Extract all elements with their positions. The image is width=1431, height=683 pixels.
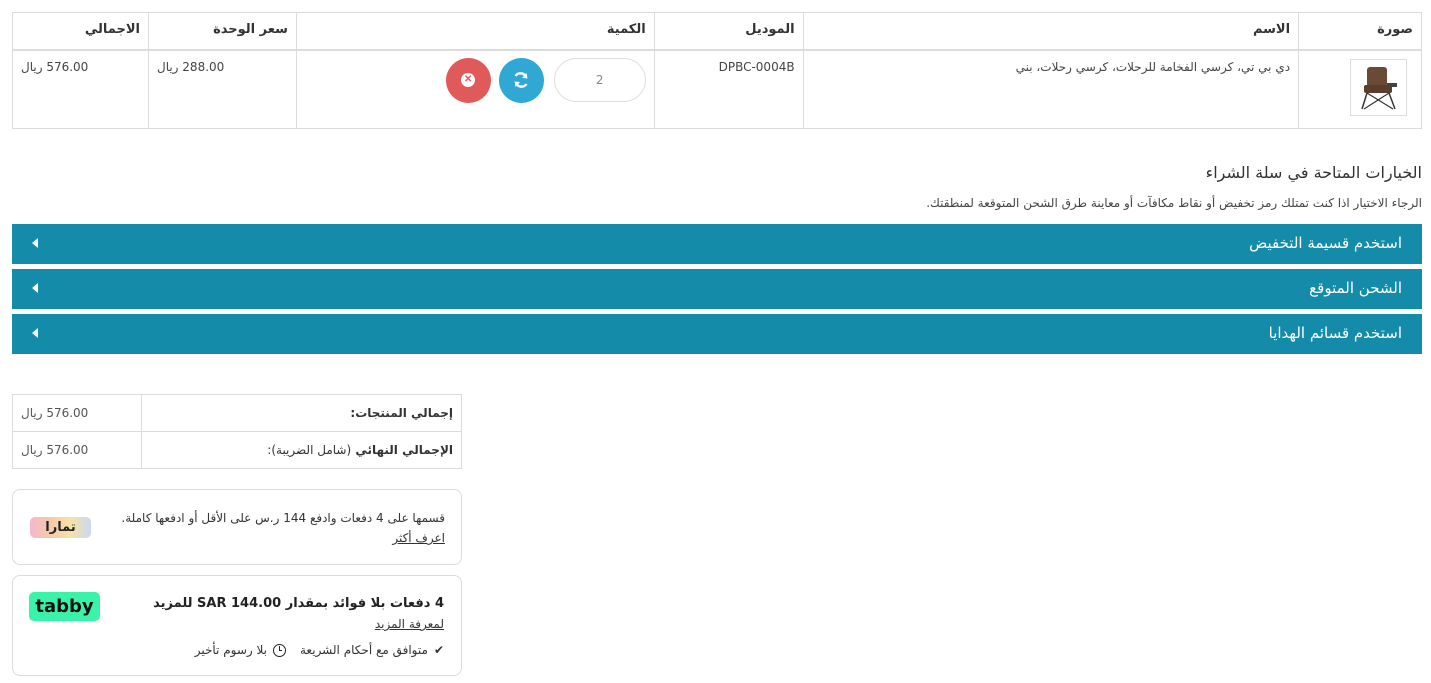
tabby-feature-sharia: ✔ متوافق مع أحكام الشريعة xyxy=(300,643,444,657)
tabby-feature-no-fees-text: بلا رسوم تأخير xyxy=(194,643,267,657)
product-thumbnail[interactable] xyxy=(1350,58,1407,116)
tamara-text: قسمها على 4 دفعات وادفع 144 ر.س على الأق… xyxy=(121,511,445,525)
header-image: صورة xyxy=(1298,12,1422,51)
tabby-learn-more-link[interactable]: لمعرفة المزيد xyxy=(375,617,444,631)
cart-options-title: الخيارات المتاحة في سلة الشراء xyxy=(1205,163,1422,182)
caret-left-icon xyxy=(32,283,38,293)
table-row: الإجمالي النهائي (شامل الضريبة): 576.00 … xyxy=(12,431,463,469)
cell-quantity: ✕ xyxy=(295,49,655,129)
quantity-input[interactable] xyxy=(553,58,646,102)
check-icon: ✔ xyxy=(433,643,444,657)
header-model: الموديل xyxy=(653,12,804,51)
grand-total-label-text: الإجمالي النهائي xyxy=(355,443,453,457)
update-quantity-button[interactable] xyxy=(498,57,544,103)
header-quantity: الكمية xyxy=(295,12,655,51)
tabby-logo: tabby xyxy=(29,592,100,621)
cell-product-name: دي بي تي، كرسي الفخامة للرحلات، كرسي رحل… xyxy=(802,49,1300,129)
cell-image xyxy=(1298,49,1422,129)
product-name-link[interactable]: دي بي تي، كرسي الفخامة للرحلات، كرسي رحل… xyxy=(1016,60,1290,74)
tabby-headline: 4 دفعات بلا فوائد بمقدار SAR 144.00 للمز… xyxy=(153,596,444,611)
shipping-estimate-panel-header[interactable]: الشحن المتوقع xyxy=(12,269,1422,309)
tabby-feature-no-fees: بلا رسوم تأخير xyxy=(195,643,286,657)
header-name: الاسم xyxy=(802,12,1300,51)
tamara-widget: قسمها على 4 دفعات وادفع 144 ر.س على الأق… xyxy=(12,489,462,565)
remove-item-button[interactable]: ✕ xyxy=(445,57,491,103)
tamara-logo: تمارا xyxy=(30,517,91,538)
subtotal-label: إجمالي المنتجات: xyxy=(140,394,463,432)
table-row: دي بي تي، كرسي الفخامة للرحلات، كرسي رحل… xyxy=(12,49,1422,129)
header-total: الاجمالي xyxy=(12,12,149,51)
voucher-panel-label: استخدم قسائم الهدايا xyxy=(1268,324,1402,342)
grand-total-value: 576.00 ريال xyxy=(12,431,142,469)
cart-options-description: الرجاء الاختيار اذا كنت تمتلك رمز تخفيض … xyxy=(926,196,1422,210)
caret-left-icon xyxy=(32,238,38,248)
grand-total-label-note: (شامل الضريبة): xyxy=(267,443,352,457)
product-model: DPBC-0004B xyxy=(718,59,795,74)
close-circle-icon: ✕ xyxy=(461,73,476,87)
shipping-panel-label: الشحن المتوقع xyxy=(1309,279,1402,297)
cell-unit-price: 288.00 ريال xyxy=(147,49,297,129)
grand-total-label: الإجمالي النهائي (شامل الضريبة): xyxy=(140,431,463,469)
tamara-text-block: قسمها على 4 دفعات وادفع 144 ر.س على الأق… xyxy=(115,508,445,548)
tamara-learn-more-link[interactable]: اعرف أكثر xyxy=(392,531,445,545)
refresh-icon xyxy=(514,72,528,88)
gift-voucher-panel-header[interactable]: استخدم قسائم الهدايا xyxy=(12,314,1422,354)
clock-icon xyxy=(273,643,286,657)
caret-left-icon xyxy=(32,328,38,338)
table-row: إجمالي المنتجات: 576.00 ريال xyxy=(12,394,463,432)
tabby-features: ✔ متوافق مع أحكام الشريعة بلا رسوم تأخير xyxy=(195,643,444,657)
line-total-value: 576.00 ريال xyxy=(21,59,89,74)
chair-icon xyxy=(1361,66,1397,110)
cell-model: DPBC-0004B xyxy=(653,49,804,129)
cart-header-row: صورة الاسم الموديل الكمية سعر الوحدة الا… xyxy=(12,12,1422,51)
totals-table: إجمالي المنتجات: 576.00 ريال الإجمالي ال… xyxy=(12,394,463,469)
coupon-panel-header[interactable]: استخدم قسيمة التخفيض xyxy=(12,224,1422,264)
cart-table: صورة الاسم الموديل الكمية سعر الوحدة الا… xyxy=(12,12,1422,129)
coupon-panel-label: استخدم قسيمة التخفيض xyxy=(1249,234,1402,252)
tabby-widget: 4 دفعات بلا فوائد بمقدار SAR 144.00 للمز… xyxy=(12,575,462,676)
tabby-feature-sharia-text: متوافق مع أحكام الشريعة xyxy=(300,643,428,657)
header-unit-price: سعر الوحدة xyxy=(147,12,297,51)
subtotal-value: 576.00 ريال xyxy=(12,394,142,432)
unit-price-value: 288.00 ريال xyxy=(156,59,225,74)
cell-total: 576.00 ريال xyxy=(12,49,149,129)
quantity-controls: ✕ xyxy=(305,57,646,103)
